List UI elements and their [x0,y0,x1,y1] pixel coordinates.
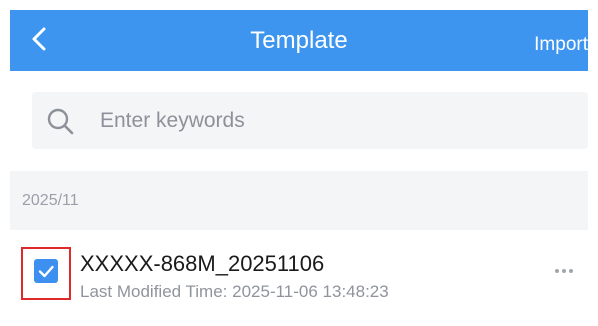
item-subtitle: Last Modified Time: 2025-11-06 13:48:23 [80,282,389,301]
checkmark-icon [38,265,54,278]
item-checkbox[interactable] [34,259,58,283]
import-button[interactable]: Import [534,34,588,56]
section-label: 2025/11 [22,192,79,209]
search-placeholder: Enter keywords [100,109,245,132]
more-button[interactable] [552,263,576,279]
search-input[interactable]: Enter keywords [32,92,588,149]
search-area: Enter keywords [10,71,588,171]
list-item[interactable]: XXXXX-868M_20251106 Last Modified Time: … [10,230,588,316]
search-icon [47,108,74,135]
section-header: 2025/11 [10,171,588,230]
back-button[interactable] [26,24,54,54]
chevron-left-icon [32,27,46,51]
template-screen: Template Import Enter keywords 2025/11 X… [10,10,588,316]
item-title: XXXXX-868M_20251106 [80,251,325,276]
more-horizontal-icon [555,269,573,273]
app-header: Template Import [10,10,588,71]
page-title: Template [250,27,348,54]
